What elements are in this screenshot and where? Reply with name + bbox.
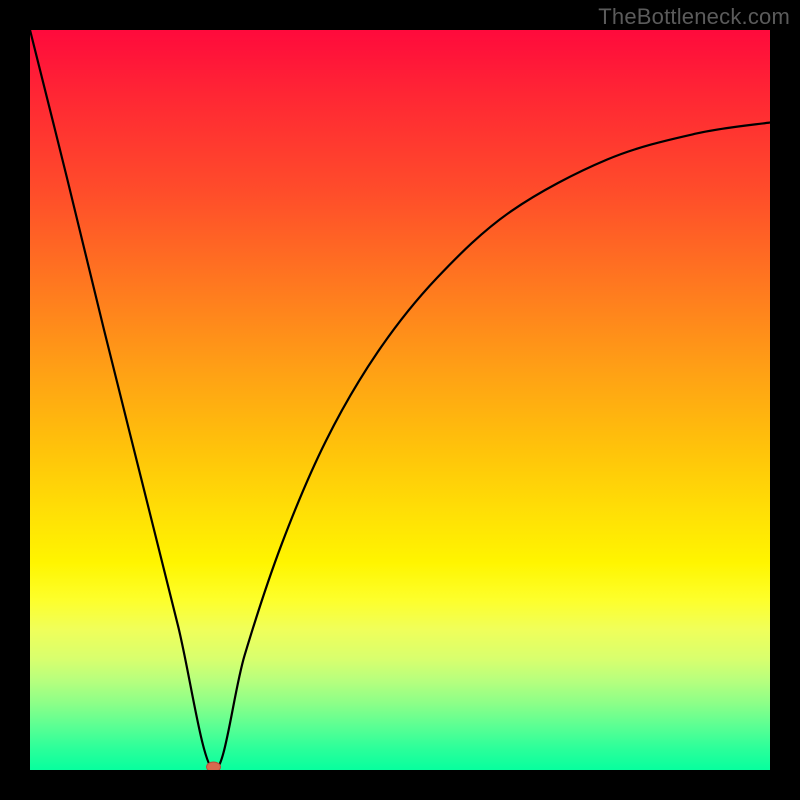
- bottleneck-curve: [30, 30, 770, 770]
- watermark-text: TheBottleneck.com: [598, 4, 790, 30]
- plot-area: [30, 30, 770, 770]
- minimum-marker: [207, 762, 221, 770]
- chart-frame: TheBottleneck.com: [0, 0, 800, 800]
- curve-layer: [30, 30, 770, 770]
